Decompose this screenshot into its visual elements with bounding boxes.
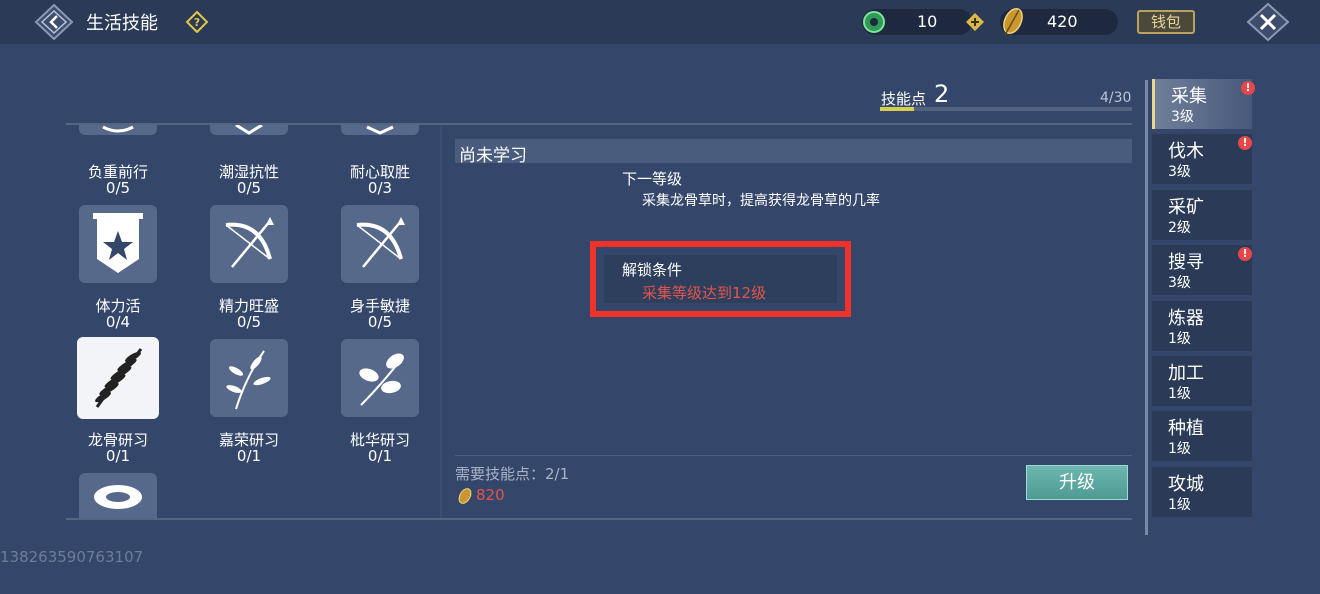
skill-progress: 0/4 — [105, 313, 131, 331]
mushroom-icon — [79, 473, 157, 518]
sidebar-item-name: 搜寻 — [1168, 252, 1204, 273]
sidebar-item-souxun[interactable]: 搜寻 3级 ! — [1152, 245, 1252, 295]
top-bar: 生活技能 ? 10 420 钱包 — [0, 0, 1320, 44]
skill-progress: 0/1 — [236, 447, 262, 465]
sidebar-item-level: 1级 — [1168, 441, 1191, 457]
add-currency-icon[interactable] — [966, 13, 984, 31]
sidebar-item-name: 炼器 — [1168, 308, 1204, 329]
sidebar-item-zhongzhi[interactable]: 种植 1级 — [1152, 411, 1252, 461]
star-banner-icon — [79, 205, 157, 283]
alert-icon: ! — [1238, 247, 1252, 261]
sidebar-item-caikuang[interactable]: 采矿 2级 — [1152, 190, 1252, 240]
sidebar-item-level: 1级 — [1168, 331, 1191, 347]
skill-partial-icon — [210, 125, 288, 135]
next-level-label: 下一等级 — [622, 170, 683, 188]
feather-amount: 420 — [1047, 12, 1078, 31]
sidebar-item-level: 3级 — [1168, 275, 1191, 291]
next-level-description: 采集龙骨草时，提高获得龙骨草的几率 — [642, 193, 880, 209]
detail-title: 尚未学习 — [459, 146, 527, 166]
detail-header: 尚未学习 — [455, 139, 1132, 166]
upgrade-cost: 820 — [476, 486, 505, 504]
fern-icon — [77, 337, 159, 419]
required-points-value: 2/1 — [545, 465, 570, 483]
skill-points-count: 4/30 — [1100, 90, 1132, 106]
skill-progress: 0/3 — [367, 179, 393, 197]
watermark-id: 138263590763107 — [0, 548, 144, 566]
herb-icon — [210, 339, 288, 417]
skill-progress: 0/1 — [105, 447, 131, 465]
feather-coin-icon — [1003, 7, 1023, 36]
sidebar-item-name: 种植 — [1168, 418, 1204, 439]
question-diamond-icon[interactable]: ? — [186, 11, 208, 33]
skill-points-progress-bar — [880, 107, 1132, 111]
divider — [455, 455, 1132, 456]
feather-coin-icon — [458, 488, 472, 504]
close-icon[interactable] — [1246, 2, 1290, 42]
alert-icon: ! — [1238, 136, 1252, 150]
sidebar-item-famu[interactable]: 伐木 3级 ! — [1152, 134, 1252, 184]
bow-icon — [341, 205, 419, 283]
skill-progress: 0/1 — [367, 447, 393, 465]
sidebar-item-gongcheng[interactable]: 攻城 1级 — [1152, 467, 1252, 517]
sidebar-item-name: 伐木 — [1168, 141, 1204, 162]
sidebar-item-jiagong[interactable]: 加工 1级 — [1152, 356, 1252, 406]
divider — [440, 125, 442, 518]
skill-partial-icon — [341, 125, 419, 135]
sidebar-item-level: 2级 — [1168, 220, 1191, 236]
skill-points-value: 2 — [934, 80, 950, 108]
jade-coin-icon — [863, 11, 885, 33]
upgrade-button[interactable]: 升级 — [1026, 465, 1128, 500]
sidebar-item-level: 3级 — [1171, 109, 1194, 125]
skill-points-label: 技能点 — [881, 90, 927, 108]
svg-text:?: ? — [194, 16, 200, 29]
back-arrow-icon[interactable] — [34, 4, 74, 40]
alert-icon: ! — [1241, 81, 1255, 95]
skill-progress: 0/5 — [236, 179, 262, 197]
sidebar-rail — [1145, 80, 1148, 535]
jade-amount: 10 — [917, 12, 938, 31]
sidebar-item-level: 1级 — [1168, 386, 1191, 402]
sidebar-item-level: 1级 — [1168, 497, 1191, 513]
skill-points-progress-fill — [880, 107, 914, 111]
skill-grid: 负重前行 0/5 潮湿抗性 0/5 耐心取胜 0/3 体力活 0/4 精力旺盛 … — [66, 125, 438, 518]
leaf-icon — [341, 339, 419, 417]
divider — [66, 518, 1132, 520]
skill-partial-icon — [79, 125, 157, 135]
sidebar-item-name: 加工 — [1168, 363, 1204, 384]
skill-progress: 0/5 — [367, 313, 393, 331]
sidebar-item-lianqi[interactable]: 炼器 1级 — [1152, 301, 1252, 351]
required-points-label: 需要技能点： — [455, 465, 546, 483]
sidebar-item-name: 采集 — [1171, 86, 1207, 107]
page-title: 生活技能 — [86, 13, 158, 34]
unlock-condition: 采集等级达到12级 — [642, 284, 767, 302]
skill-progress: 0/5 — [105, 179, 131, 197]
sidebar-item-level: 3级 — [1168, 164, 1191, 180]
required-points: 需要技能点：2/1 — [455, 463, 569, 484]
bow-icon — [210, 205, 288, 283]
unlock-label: 解锁条件 — [622, 261, 683, 279]
sidebar-item-name: 攻城 — [1168, 474, 1204, 495]
wallet-button[interactable]: 钱包 — [1137, 10, 1195, 34]
skill-progress: 0/5 — [236, 313, 262, 331]
sidebar-item-name: 采矿 — [1168, 197, 1204, 218]
sidebar-item-caiji[interactable]: 采集 3级 ! — [1152, 79, 1255, 129]
